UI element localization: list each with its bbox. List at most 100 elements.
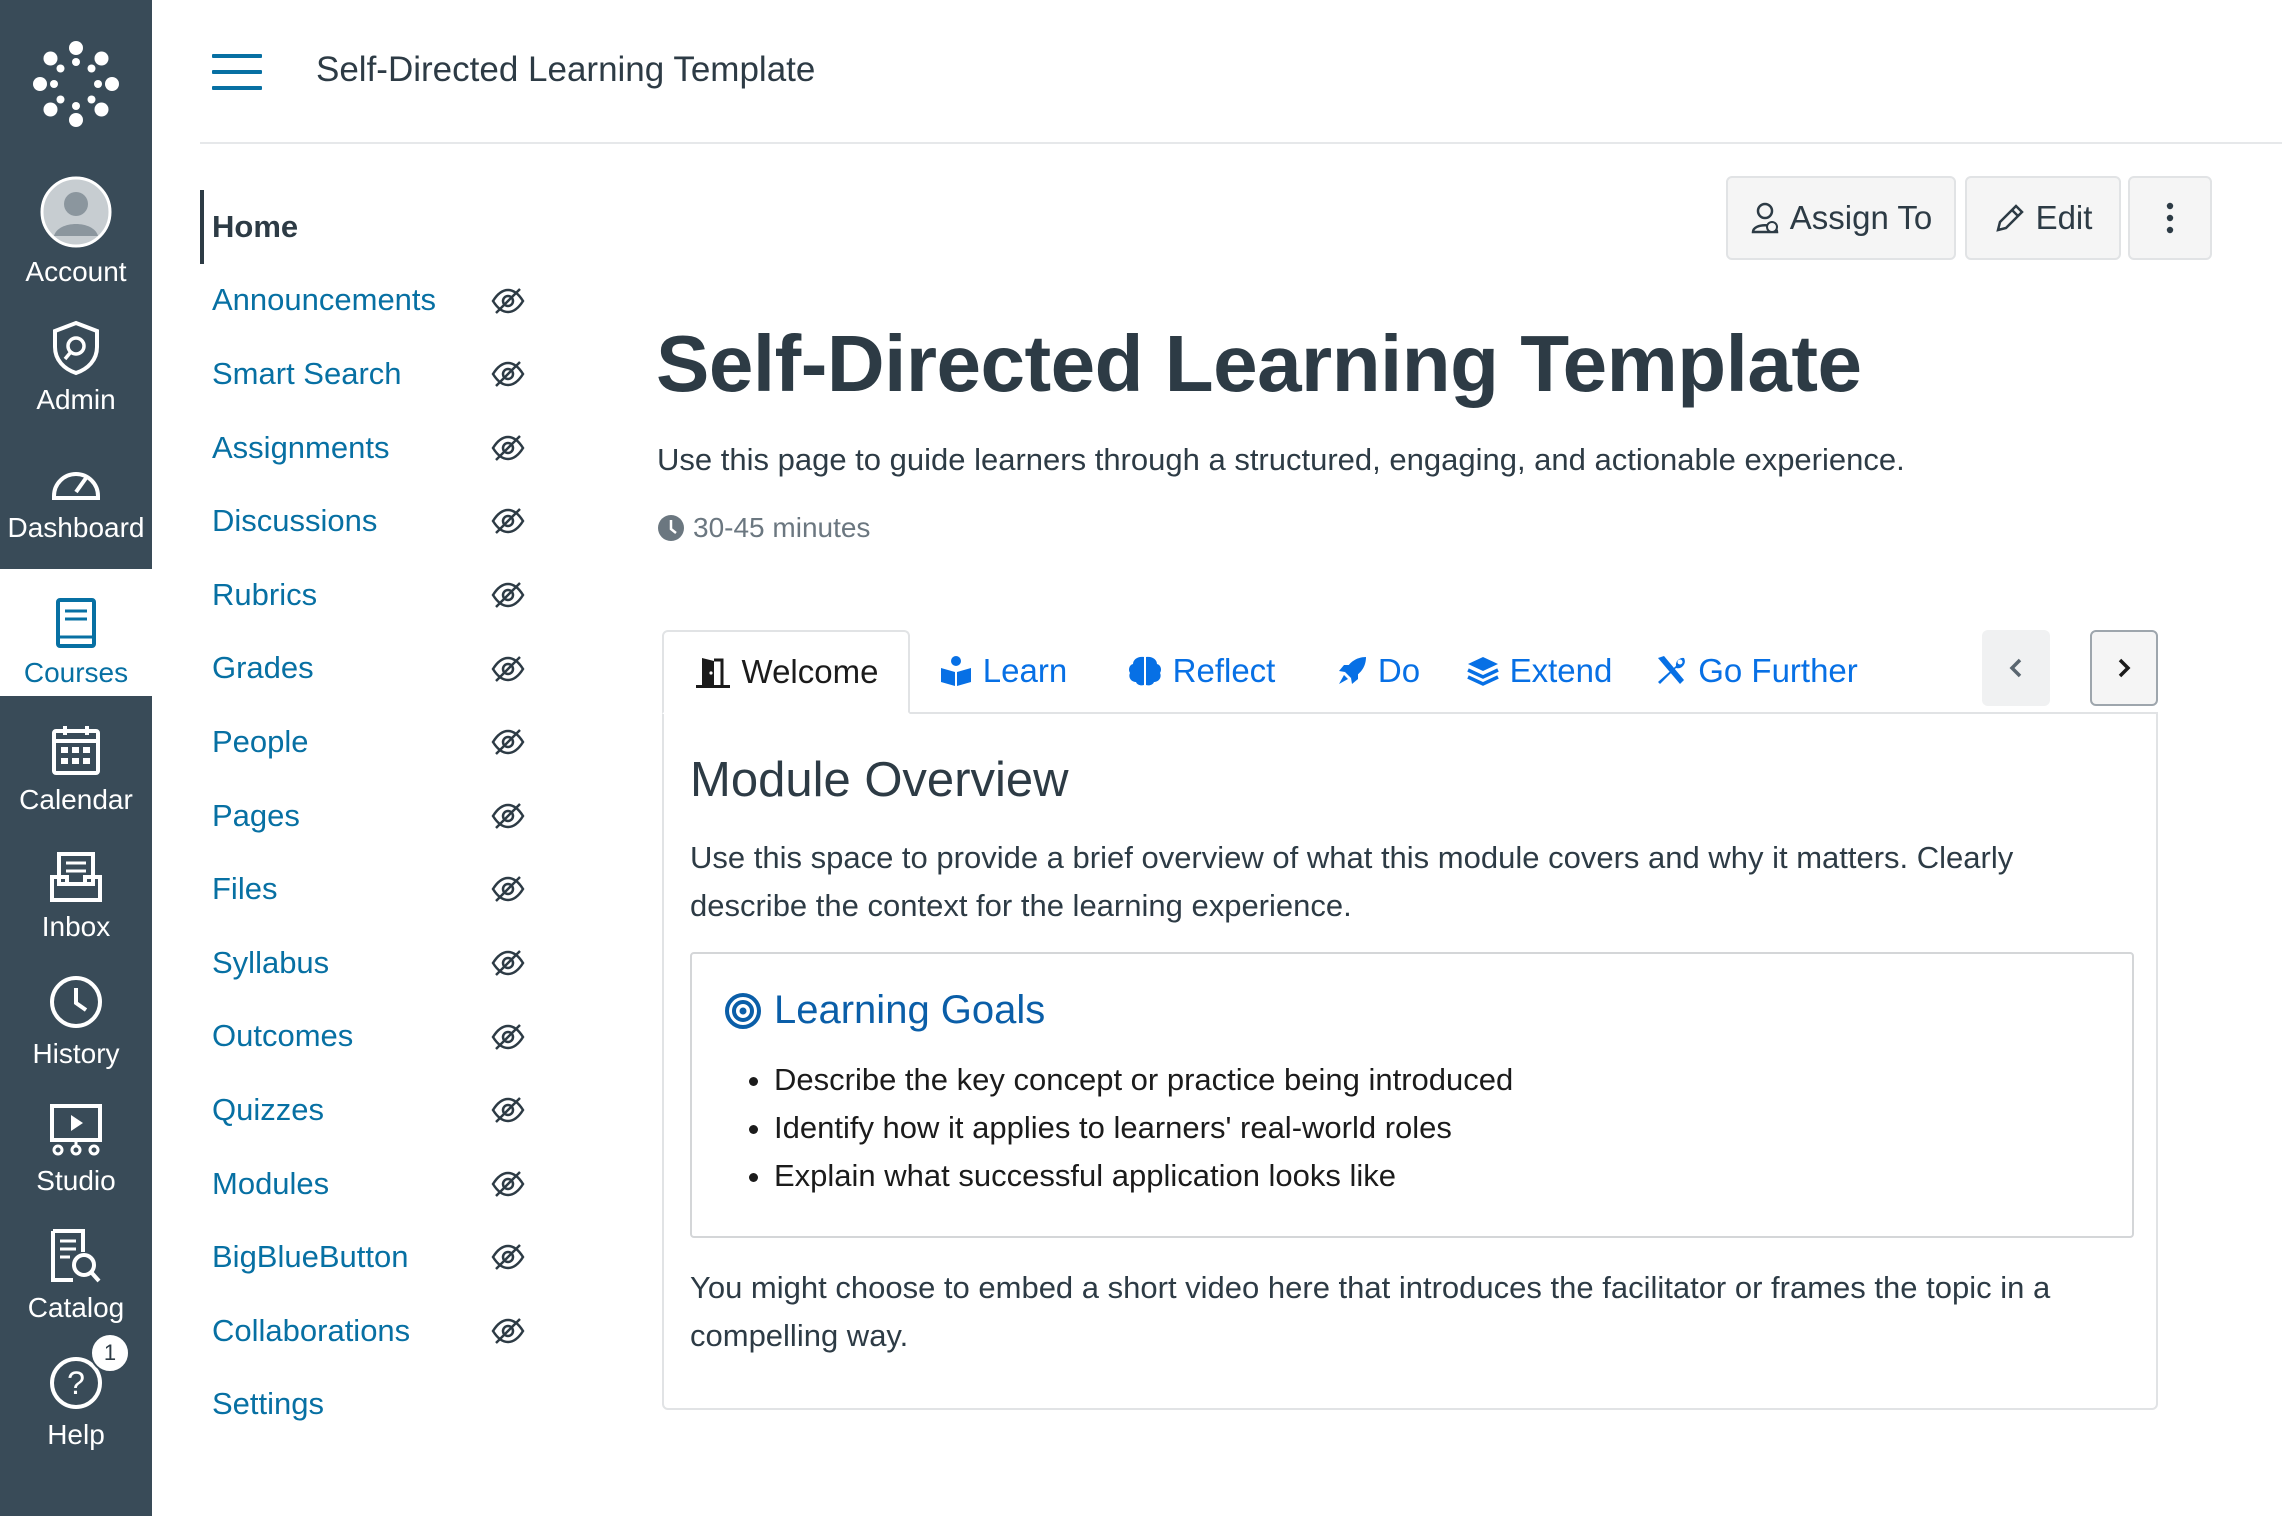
chevron-left-icon [2009, 658, 2022, 678]
course-nav-item: Assignments [200, 411, 540, 485]
chevron-right-icon [2118, 658, 2131, 678]
tab-next-button[interactable] [2090, 630, 2158, 706]
svg-text:?: ? [67, 1365, 85, 1401]
course-nav-link[interactable]: BigBlueButton [200, 1239, 408, 1275]
more-options-button[interactable] [2128, 176, 2212, 260]
course-nav-link[interactable]: Settings [200, 1386, 324, 1422]
gnav-label: Inbox [41, 911, 111, 942]
course-nav-item: Announcements [200, 264, 540, 338]
gnav-history[interactable]: History [0, 950, 152, 1077]
tab-prev-button[interactable] [1982, 630, 2050, 706]
tab-label: Reflect [1172, 652, 1276, 689]
course-nav-item: Grades [200, 632, 540, 706]
hamburger-menu-button[interactable] [212, 54, 262, 90]
layers-icon [1466, 657, 1499, 686]
canvas-logo[interactable] [0, 0, 152, 168]
hidden-eye-slash-icon [490, 801, 526, 831]
course-nav-link[interactable]: Collaborations [200, 1313, 410, 1349]
hidden-eye-slash-icon [490, 727, 526, 757]
course-nav-link[interactable]: Quizzes [200, 1092, 324, 1128]
tab-welcome[interactable]: Welcome [662, 630, 910, 714]
gnav-label: History [32, 1038, 120, 1069]
course-nav-item: Home [200, 190, 540, 264]
hidden-eye-slash-icon [490, 654, 526, 684]
canvas-logo-icon [33, 41, 119, 127]
rocket-icon [1338, 657, 1366, 684]
gnav-dashboard[interactable]: Dashboard [0, 424, 152, 551]
duration-info: 30-45 minutes [657, 512, 870, 544]
course-nav-link[interactable]: Announcements [200, 282, 436, 318]
tab-reflect[interactable]: Reflect [1096, 630, 1306, 714]
module-overview-heading: Module Overview [690, 753, 1069, 807]
breadcrumb[interactable]: Self-Directed Learning Template [316, 50, 815, 90]
inbox-icon [49, 833, 103, 903]
tab-panel-welcome: Module Overview Use this space to provid… [662, 712, 2158, 1410]
tab-extend[interactable]: Extend [1450, 630, 1628, 714]
page-title: Self-Directed Learning Template [656, 319, 1862, 408]
gnav-label: Dashboard [7, 512, 145, 543]
course-nav-item: People [200, 705, 540, 779]
course-nav-link[interactable]: Discussions [200, 503, 377, 539]
gnav-studio[interactable]: Studio [0, 1077, 152, 1204]
course-nav-link[interactable]: Smart Search [200, 356, 402, 392]
learning-goals-title: Learning Goals [774, 988, 1046, 1032]
studio-icon [48, 1087, 104, 1157]
gnav-catalog[interactable]: Catalog [0, 1204, 152, 1331]
list-item: Explain what successful application look… [774, 1152, 1513, 1200]
tab-do[interactable]: Do [1304, 630, 1452, 714]
learning-goals-box: Learning Goals Describe the key concept … [690, 952, 2134, 1238]
page-subtitle: Use this page to guide learners through … [657, 442, 1905, 477]
clock-icon [658, 515, 684, 541]
course-nav-item: Outcomes [200, 1000, 540, 1074]
gnav-label: Studio [36, 1165, 116, 1196]
duration-text: 30-45 minutes [693, 512, 871, 543]
tab-label: Learn [982, 652, 1068, 689]
hidden-eye-slash-icon [490, 433, 526, 463]
hidden-eye-slash-icon [490, 359, 526, 389]
course-nav-link[interactable]: Grades [200, 650, 314, 686]
kebab-menu-icon [2166, 202, 2174, 234]
tab-label: Go Further [1698, 652, 1858, 689]
tab-go-further[interactable]: Go Further [1626, 630, 1886, 714]
edit-button[interactable]: Edit [1965, 176, 2121, 260]
book-reader-icon [940, 656, 971, 686]
hidden-eye-slash-icon [490, 506, 526, 536]
assign-to-label: Assign To [1789, 199, 1933, 236]
tab-learn[interactable]: Learn [908, 630, 1098, 714]
gnav-help[interactable]: ? 1 Help [0, 1331, 152, 1458]
course-nav-link[interactable]: Outcomes [200, 1018, 353, 1054]
account-avatar-icon [40, 176, 112, 248]
gnav-label: Account [25, 256, 127, 287]
hidden-eye-slash-icon [490, 874, 526, 904]
pencil-icon [1995, 204, 2024, 232]
admin-shield-icon [51, 306, 101, 376]
course-nav-link[interactable]: Assignments [200, 430, 389, 466]
course-nav-link[interactable]: Modules [200, 1166, 329, 1202]
list-item: Identify how it applies to learners' rea… [774, 1104, 1513, 1152]
gnav-label: Admin [36, 384, 116, 415]
courses-book-icon [54, 579, 98, 649]
page-header: Self-Directed Learning Template [200, 0, 2282, 144]
gnav-calendar[interactable]: Calendar [0, 696, 152, 823]
course-nav-link[interactable]: Pages [200, 798, 300, 834]
course-nav-link[interactable]: Syllabus [200, 945, 329, 981]
gnav-admin[interactable]: Admin [0, 296, 152, 423]
gnav-account[interactable]: Account [0, 168, 152, 295]
course-nav-item: Syllabus [200, 926, 540, 1000]
gnav-inbox[interactable]: Inbox [0, 823, 152, 950]
hidden-eye-slash-icon [490, 1242, 526, 1272]
course-nav-link[interactable]: People [200, 724, 309, 760]
learning-goals-heading: Learning Goals [724, 988, 1045, 1033]
course-nav-link[interactable]: Home [204, 209, 298, 245]
hidden-eye-slash-icon [490, 286, 526, 316]
course-nav-link[interactable]: Rubrics [200, 577, 317, 613]
course-nav-item: Quizzes [200, 1073, 540, 1147]
course-nav-link[interactable]: Files [200, 871, 277, 907]
course-nav: Home Announcements Smart Search Assignments… [200, 190, 540, 1441]
edit-label: Edit [2035, 199, 2093, 236]
door-open-icon [695, 658, 730, 688]
course-nav-item: Pages [200, 779, 540, 853]
course-nav-item: Discussions [200, 484, 540, 558]
assign-to-button[interactable]: Assign To [1726, 176, 1956, 260]
gnav-courses[interactable]: Courses [0, 569, 152, 696]
